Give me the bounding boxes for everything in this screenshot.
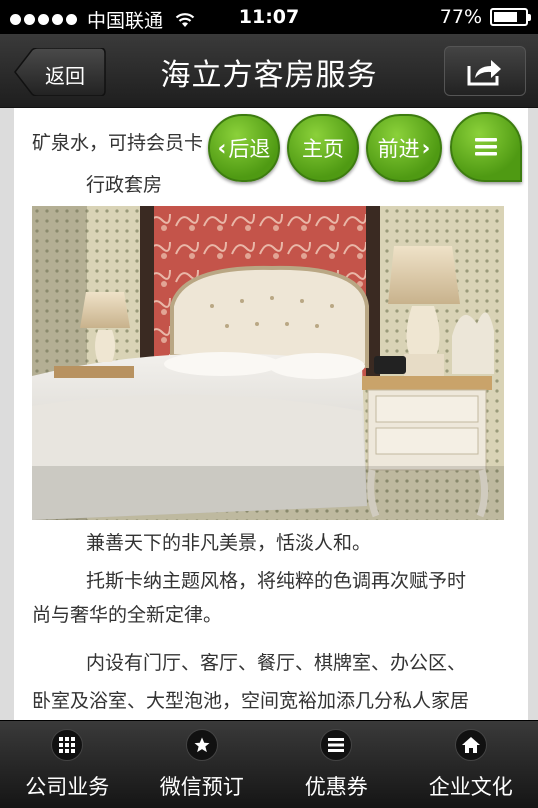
star-icon [185, 729, 218, 761]
home-icon [454, 729, 487, 761]
paragraph-2-line-2: 尚与奢华的全新定律。 [32, 604, 223, 626]
article-page: 矿泉水，可持会员卡 行政套房 兼善天下的非凡美景，恬淡人和。 托斯卡纳主题风格，… [14, 108, 528, 720]
floating-forward-button[interactable]: 前进 › [366, 114, 442, 182]
back-button-label: 返回 [45, 64, 85, 88]
status-bar: 中国联通 11:07 77% [0, 0, 538, 34]
content-area[interactable]: 矿泉水，可持会员卡 行政套房 兼善天下的非凡美景，恬淡人和。 托斯卡纳主题风格，… [0, 108, 538, 720]
tab-wechat-booking[interactable]: 微信预订 [135, 721, 270, 808]
paragraph-3-line-2: 卧室及浴室、大型泡池，空间宽裕加添几分私人家居 [32, 690, 470, 712]
tab-label: 微信预订 [159, 775, 244, 799]
executive-suite-photo [32, 206, 504, 520]
back-button[interactable]: 返回 [14, 48, 106, 96]
battery-icon [490, 8, 531, 26]
bottom-tab-bar: 公司业务 微信预订 优惠券 企业文化 [0, 720, 538, 808]
floating-home-button[interactable]: 主页 [287, 114, 359, 182]
tab-label: 优惠券 [304, 775, 368, 799]
page-title: 海立方客房服务 [160, 58, 378, 93]
floating-menu-button[interactable] [450, 112, 522, 182]
battery-percent: 77% [439, 6, 482, 28]
tab-label: 企业文化 [428, 775, 513, 799]
paragraph-2-line-1: 托斯卡纳主题风格，将纯粹的色调再次赋予时 [86, 570, 467, 592]
article-text-line: 矿泉水，可持会员卡 [32, 132, 204, 154]
tab-coupons[interactable]: 优惠券 [269, 721, 404, 808]
share-button[interactable] [444, 46, 526, 96]
floating-back-button[interactable]: ‹ 后退 [208, 114, 280, 182]
section-heading: 行政套房 [86, 174, 163, 196]
navigation-bar: 返回 海立方客房服务 [0, 34, 538, 108]
tab-label: 公司业务 [25, 775, 110, 799]
tab-corporate-culture[interactable]: 企业文化 [404, 721, 538, 808]
floating-back-label: 后退 [228, 137, 271, 161]
tab-company-business[interactable]: 公司业务 [0, 721, 135, 808]
grid-icon [51, 729, 84, 761]
paragraph-1-line-1: 兼善天下的非凡美景，恬淡人和。 [86, 532, 372, 554]
chevron-left-icon: ‹ [217, 136, 227, 160]
floating-home-label: 主页 [302, 137, 344, 161]
paragraph-3-line-1: 内设有门厅、客厅、餐厅、棋牌室、办公区、 [86, 652, 467, 674]
floating-forward-label: 前进 [377, 137, 420, 161]
share-icon [467, 60, 501, 86]
chevron-right-icon: › [421, 136, 431, 160]
menu-icon [475, 138, 497, 156]
clipped-line [32, 108, 38, 119]
list-icon [320, 729, 353, 761]
